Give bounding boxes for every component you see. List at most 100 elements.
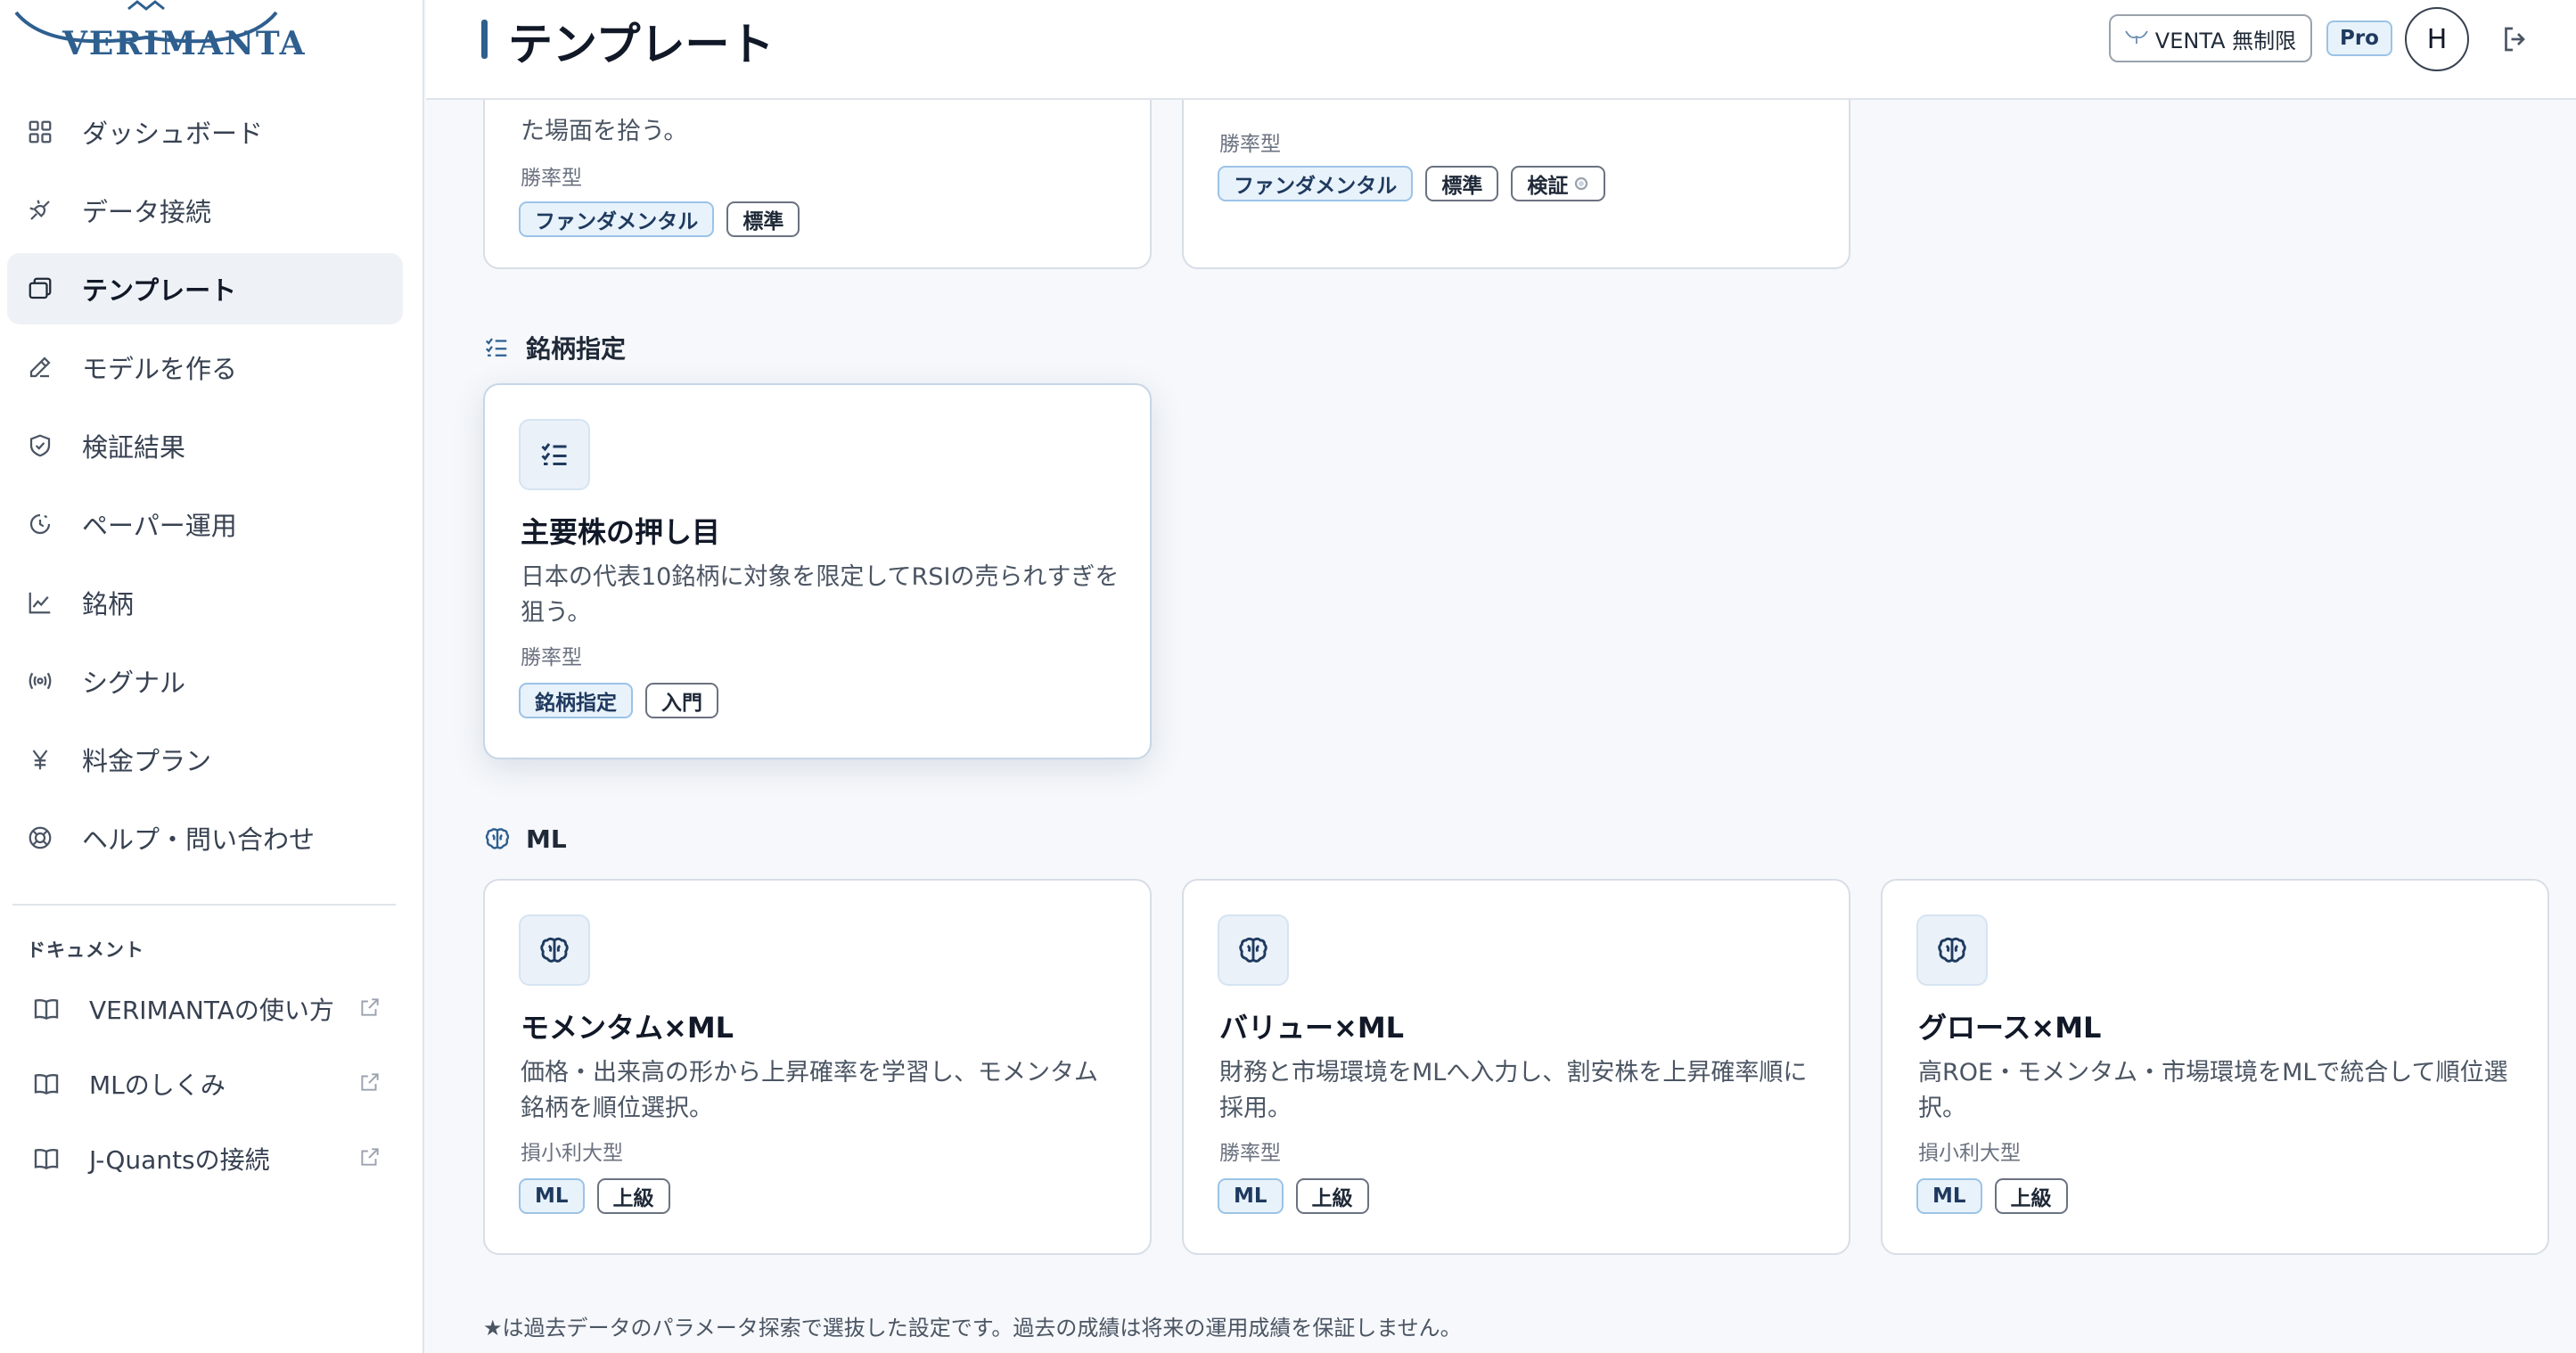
template-card-partial-fundamental-1[interactable]: た場面を拾う。 勝率型 ファンダメンタル 標準 <box>483 100 1152 269</box>
sidebar-item-label: 銘柄 <box>82 589 135 619</box>
tag: ML <box>1218 1178 1284 1214</box>
brain-icon <box>519 914 590 986</box>
clock-icon <box>27 501 73 547</box>
tag: 上級 <box>1295 1178 1369 1214</box>
tag: ML <box>1916 1178 1982 1214</box>
template-card-momentum-ml[interactable]: モメンタム×ML 価格・出来高の形から上昇確率を学習し、モメンタム銘柄を順位選択… <box>483 879 1152 1255</box>
card-description: た場面を拾う。 <box>521 118 688 145</box>
card-tags: ML 上級 <box>1218 1178 1369 1214</box>
avatar[interactable]: H <box>2405 7 2469 71</box>
checklist-icon <box>483 332 513 363</box>
section-label: ML <box>526 824 567 854</box>
sidebar-item-pricing[interactable]: 料金プラン <box>7 724 403 795</box>
tag: ML <box>519 1178 585 1214</box>
radio-signal-icon <box>27 658 73 704</box>
card-description: 財務と市場環境をMLへ入力し、割安株を上昇確率順に採用。 <box>1219 1059 1808 1122</box>
brand-logo[interactable]: VERIMANTA <box>12 0 305 71</box>
verified-star-icon <box>1575 176 1588 191</box>
tag: ファンダメンタル <box>1218 166 1414 201</box>
book-icon <box>32 986 84 1032</box>
card-tags: ML 上級 <box>1916 1178 2068 1214</box>
tag: 上級 <box>1994 1178 2068 1214</box>
tag: ファンダメンタル <box>519 201 715 237</box>
top-header: テンプレート VENTA 無制限 Pro H <box>426 0 2576 100</box>
doc-link-ml[interactable]: MLのしくみ <box>18 1046 392 1121</box>
brand-name: VERIMANTA <box>62 25 307 62</box>
card-title: 主要株の押し目 <box>521 515 721 549</box>
brain-icon <box>483 824 513 854</box>
sidebar-item-dashboard[interactable]: ダッシュボード <box>7 96 403 168</box>
sidebar-item-label: データ接続 <box>82 197 212 227</box>
external-link-icon <box>358 996 385 1022</box>
sidebar-item-label: 検証結果 <box>82 432 186 463</box>
doc-link-label: J-Quantsの接続 <box>89 1145 270 1175</box>
disclaimer-footnote: ★は過去データのパラメータ探索で選抜した設定です。過去の成績は将来の運用成績を保… <box>483 1316 1462 1341</box>
card-type: 損小利大型 <box>521 1142 623 1165</box>
sidebar-item-results[interactable]: 検証結果 <box>7 410 403 481</box>
sidebar-item-label: モデルを作る <box>82 354 238 384</box>
tag: 標準 <box>1425 166 1499 201</box>
tag: 標準 <box>726 201 800 237</box>
venta-plan-button[interactable]: VENTA 無制限 <box>2109 14 2312 62</box>
card-title: グロース×ML <box>1918 1011 2102 1045</box>
checklist-icon <box>519 419 590 490</box>
main-nav: ダッシュボード データ接続 テンプレート モデルを作る 検証結果 ペーパー運用 … <box>7 96 403 881</box>
sidebar-item-label: ペーパー運用 <box>82 511 237 541</box>
card-title: モメンタム×ML <box>521 1011 734 1045</box>
external-link-icon <box>358 1070 385 1097</box>
sidebar-item-label: 料金プラン <box>82 746 212 776</box>
sidebar-item-paper-trading[interactable]: ペーパー運用 <box>7 488 403 560</box>
doc-link-usage[interactable]: VERIMANTAの使い方 <box>18 972 392 1046</box>
tag-with-star: 検証 <box>1511 166 1606 201</box>
card-type: 勝率型 <box>521 646 582 669</box>
docs-heading: ドキュメント <box>27 939 144 961</box>
lifebuoy-icon <box>27 815 73 861</box>
card-type: 勝率型 <box>1219 1142 1281 1165</box>
grid-icon <box>27 109 73 155</box>
line-chart-icon <box>27 579 73 626</box>
brain-icon <box>1218 914 1289 986</box>
sidebar-item-help[interactable]: ヘルプ・問い合わせ <box>7 802 403 873</box>
pencil-icon <box>27 344 73 390</box>
card-type: 勝率型 <box>1219 133 1281 156</box>
template-card-growth-ml[interactable]: グロース×ML 高ROE・モメンタム・市場環境をMLで統合して順位選択。 損小利… <box>1881 879 2549 1255</box>
card-tags: ファンダメンタル 標準 <box>519 201 800 237</box>
sidebar-item-data-connection[interactable]: データ接続 <box>7 175 403 246</box>
sidebar-item-create-model[interactable]: モデルを作る <box>7 332 403 403</box>
plan-badge: Pro <box>2326 20 2392 56</box>
doc-link-label: VERIMANTAの使い方 <box>89 996 334 1025</box>
template-card-value-ml[interactable]: バリュー×ML 財務と市場環境をMLへ入力し、割安株を上昇確率順に採用。 勝率型… <box>1182 879 1850 1255</box>
shield-check-icon <box>27 422 73 469</box>
brain-icon <box>1916 914 1988 986</box>
card-tags: ML 上級 <box>519 1178 670 1214</box>
section-heading-ml: ML <box>483 824 567 854</box>
tag: 上級 <box>596 1178 670 1214</box>
card-description: 日本の代表10銘柄に対象を限定してRSIの売られすぎを狙う。 <box>521 563 1120 627</box>
docs-list: VERIMANTAの使い方 MLのしくみ J-Quantsの接続 <box>18 972 392 1196</box>
section-label: 銘柄指定 <box>526 334 627 364</box>
sidebar: VERIMANTA ダッシュボード データ接続 テンプレート モデルを作る 検証… <box>0 0 424 1353</box>
template-card-major-stock-dip[interactable]: 主要株の押し目 日本の代表10銘柄に対象を限定してRSIの売られすぎを狙う。 勝… <box>483 383 1152 759</box>
manta-icon <box>2125 26 2148 51</box>
card-tags: 銘柄指定 入門 <box>519 683 718 718</box>
title-accent-bar <box>481 20 488 59</box>
card-description: 価格・出来高の形から上昇確率を学習し、モメンタム銘柄を順位選択。 <box>521 1059 1098 1122</box>
book-icon <box>32 1136 84 1182</box>
tag: 入門 <box>645 683 718 718</box>
sidebar-item-templates[interactable]: テンプレート <box>7 253 403 324</box>
sidebar-item-signals[interactable]: シグナル <box>7 645 403 717</box>
sidebar-item-stocks[interactable]: 銘柄 <box>7 567 403 638</box>
doc-link-jquants[interactable]: J-Quantsの接続 <box>18 1121 392 1196</box>
logout-icon[interactable] <box>2499 23 2531 55</box>
sidebar-divider <box>12 904 396 906</box>
card-type: 損小利大型 <box>1918 1142 2021 1165</box>
page-title: テンプレート <box>508 19 775 70</box>
tag-label: 検証 <box>1527 175 1569 198</box>
template-card-partial-fundamental-2[interactable]: 勝率型 ファンダメンタル 標準 検証 <box>1182 100 1850 269</box>
venta-label: VENTA 無制限 <box>2154 28 2297 53</box>
card-tags: ファンダメンタル 標準 検証 <box>1218 166 1606 201</box>
sidebar-item-label: ダッシュボード <box>82 119 264 149</box>
card-description: 高ROE・モメンタム・市場環境をMLで統合して順位選択。 <box>1918 1059 2508 1122</box>
plug-icon <box>27 187 73 234</box>
sidebar-item-label: テンプレート <box>82 275 237 306</box>
